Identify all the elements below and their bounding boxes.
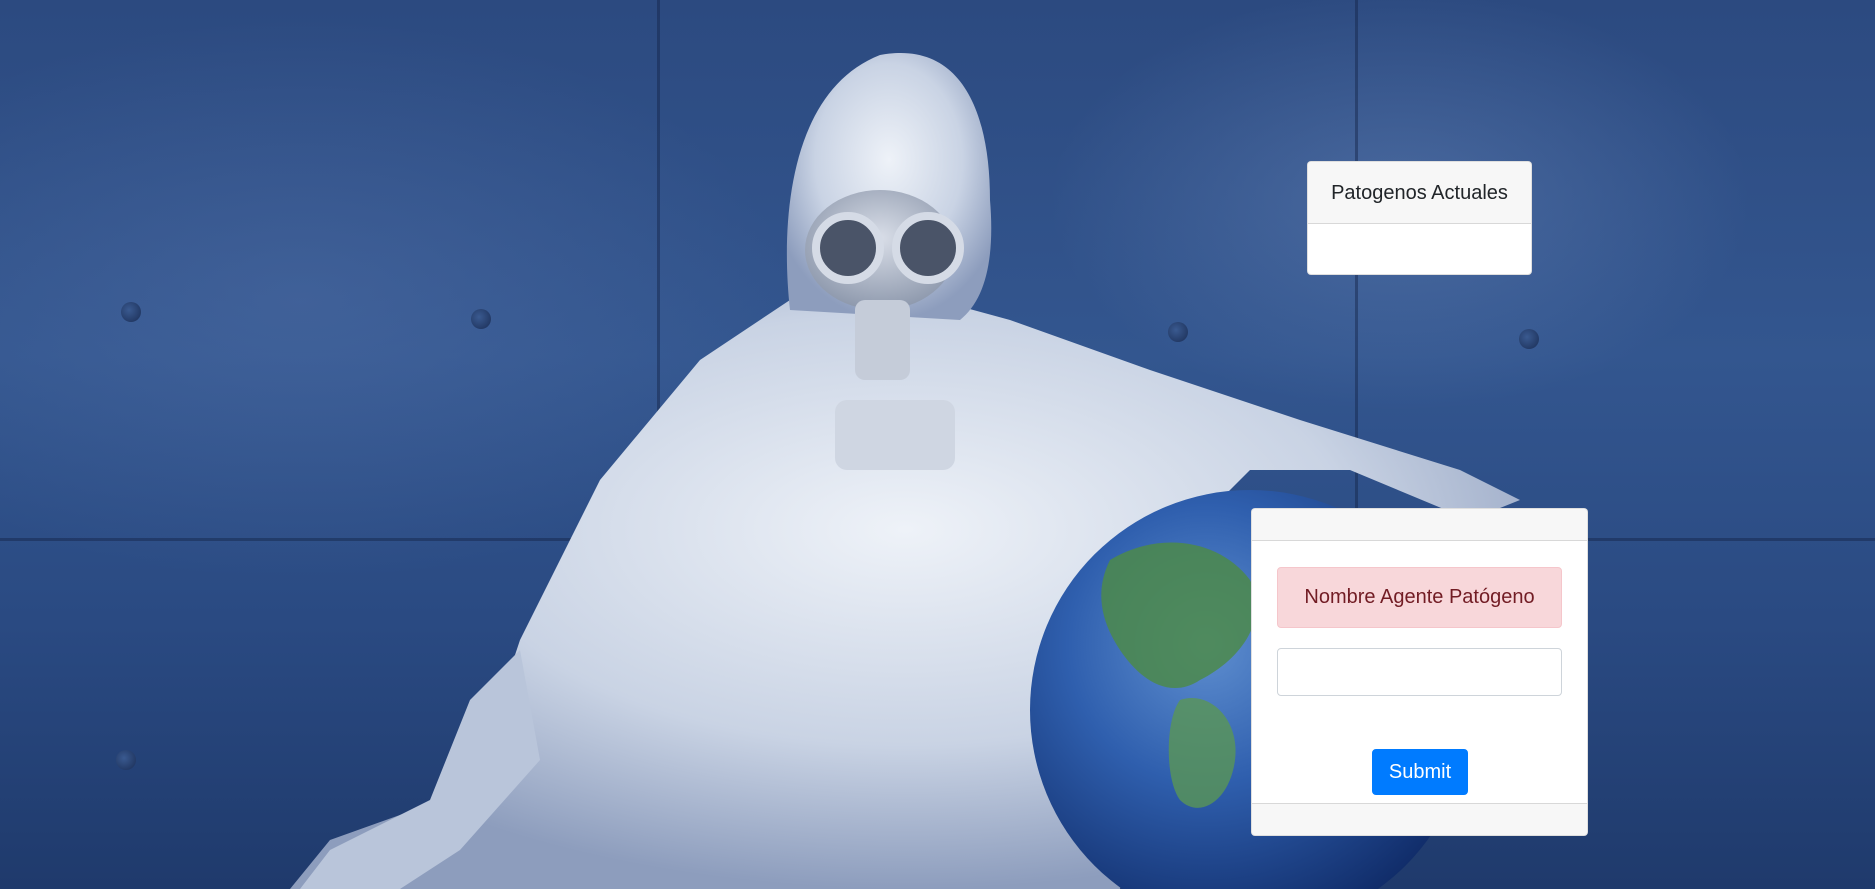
current-pathogens-list	[1308, 224, 1531, 274]
hazmat-figure-image	[290, 52, 1520, 889]
pathogen-form-footer	[1252, 803, 1587, 835]
current-pathogens-title: Patogenos Actuales	[1308, 162, 1531, 224]
submit-button[interactable]: Submit	[1372, 749, 1468, 795]
page: Patogenos Actuales Nombre Agente Patógen…	[0, 0, 1875, 889]
current-pathogens-card: Patogenos Actuales	[1307, 161, 1532, 275]
pathogen-form-card: Nombre Agente Patógeno Submit	[1251, 508, 1588, 836]
pathogen-name-input[interactable]	[1277, 648, 1562, 696]
pathogen-form-body: Nombre Agente Patógeno Submit	[1252, 541, 1587, 803]
pathogen-name-label: Nombre Agente Patógeno	[1277, 567, 1562, 628]
pathogen-form-header	[1252, 509, 1587, 541]
